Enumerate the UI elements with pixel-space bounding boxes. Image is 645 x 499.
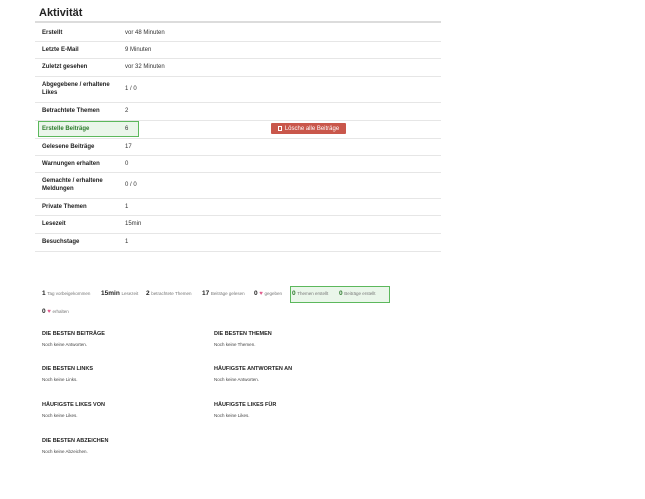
- stat-item: 17 Beiträge gelesen: [202, 290, 245, 297]
- section-heading: HÄUFIGSTE LIKES VON: [42, 402, 105, 408]
- section-empty-text: Noch keine Themen.: [214, 342, 256, 347]
- stat-value: 15min: [101, 290, 120, 297]
- stat-label: Themen erstellt: [297, 291, 329, 296]
- section-top-replies: DIE BESTEN BEITRÄGE Noch keine Antworten…: [42, 331, 105, 347]
- stat-item: 0 ♥ gegeben: [254, 290, 282, 297]
- section-heading: HÄUFIGSTE LIKES FÜR: [214, 402, 277, 408]
- delete-all-posts-button[interactable]: Lösche alle Beiträge: [271, 123, 346, 134]
- stat-item: 15min Lesezeit: [101, 290, 138, 297]
- stat-label: erhalten: [52, 309, 69, 314]
- row-value: 1 / 0: [125, 86, 137, 92]
- title-divider: [35, 21, 441, 23]
- row-label: Gelesene Beiträge: [42, 144, 95, 150]
- stat-item: 0 ♥ erhalten: [42, 308, 69, 315]
- row-value: vor 48 Minuten: [125, 30, 165, 36]
- stat-value: 0: [42, 308, 46, 315]
- row-label: Private Themen: [42, 204, 87, 210]
- row-label: Letzte E-Mail: [42, 47, 79, 53]
- table-row: Private Themen 1: [35, 199, 441, 216]
- table-row: Erstelle Beiträge 6: [35, 121, 441, 139]
- delete-all-posts-label: Lösche alle Beiträge: [284, 125, 340, 132]
- stat-label: Beiträge gelesen: [210, 291, 245, 296]
- table-row: Zuletzt gesehen vor 32 Minuten: [35, 59, 441, 77]
- section-empty-text: Noch keine Links.: [42, 377, 78, 382]
- section-empty-text: Noch keine Abzeichen.: [42, 449, 88, 454]
- activity-table: Erstellt vor 48 Minuten Letzte E-Mail 9 …: [35, 25, 441, 252]
- stat-label: Lesezeit: [121, 291, 139, 296]
- stat-item: 1 Tag vorbeigekommen: [42, 290, 90, 297]
- stat-value: 0: [254, 290, 258, 297]
- heart-icon: ♥: [47, 309, 51, 315]
- row-value: 9 Minuten: [125, 47, 152, 53]
- section-empty-text: Noch keine Likes.: [42, 413, 78, 418]
- row-value: 0: [125, 161, 129, 167]
- table-row: Lesezeit 15min: [35, 216, 441, 234]
- section-top-topics: DIE BESTEN THEMEN Noch keine Themen.: [214, 331, 272, 347]
- section-most-liked-by: HÄUFIGSTE LIKES VON Noch keine Likes.: [42, 402, 105, 418]
- stat-label: betrachtete Themen: [151, 291, 192, 296]
- row-value: 6: [125, 126, 129, 132]
- section-top-links: DIE BESTEN LINKS Noch keine Links.: [42, 366, 93, 382]
- section-empty-text: Noch keine Likes.: [214, 413, 250, 418]
- stat-label: Beiträge erstellt: [344, 291, 376, 296]
- stat-value: 17: [202, 290, 210, 297]
- heart-icon: ♥: [259, 291, 263, 297]
- row-value: vor 32 Minuten: [125, 64, 165, 70]
- row-label: Warnungen erhalten: [42, 161, 100, 167]
- row-label: Erstellt: [42, 30, 63, 36]
- table-row: Warnungen erhalten 0: [35, 156, 441, 173]
- table-row: Letzte E-Mail 9 Minuten: [35, 42, 441, 59]
- row-label: Zuletzt gesehen: [42, 64, 88, 70]
- row-label: Lesezeit: [42, 221, 66, 227]
- row-value: 17: [125, 144, 132, 150]
- table-row: Betrachtete Themen 2: [35, 103, 441, 121]
- row-value: 15min: [125, 221, 142, 227]
- table-row: Gelesene Beiträge 17: [35, 139, 441, 156]
- row-value: 0 / 0: [125, 182, 137, 188]
- stat-label: Tag vorbeigekommen: [47, 291, 91, 296]
- table-row: Abgegebene / erhaltene Likes 1 / 0: [35, 77, 441, 103]
- stat-item: 0 Themen erstellt: [292, 290, 328, 297]
- section-heading: DIE BESTEN THEMEN: [214, 331, 272, 337]
- section-heading: DIE BESTEN LINKS: [42, 366, 94, 372]
- section-empty-text: Noch keine Antworten.: [214, 377, 260, 382]
- section-most-replied-to: HÄUFIGSTE ANTWORTEN AN Noch keine Antwor…: [214, 366, 292, 382]
- section-heading: HÄUFIGSTE ANTWORTEN AN: [214, 366, 293, 372]
- section-most-liked-for: HÄUFIGSTE LIKES FÜR Noch keine Likes.: [214, 402, 276, 418]
- stat-value: 0: [292, 290, 296, 297]
- stat-label: gegeben: [264, 291, 283, 296]
- stat-value: 0: [339, 290, 343, 297]
- section-empty-text: Noch keine Antworten.: [42, 342, 88, 347]
- table-row: Erstellt vor 48 Minuten: [35, 25, 441, 42]
- row-label: Erstelle Beiträge: [42, 126, 90, 132]
- stat-item: 2 betrachtete Themen: [146, 290, 192, 297]
- row-label: Besuchstage: [42, 239, 80, 245]
- section-heading: DIE BESTEN ABZEICHEN: [42, 438, 109, 444]
- trash-icon: [277, 126, 282, 131]
- row-label: Betrachtete Themen: [42, 108, 100, 114]
- section-top-badges: DIE BESTEN ABZEICHEN Noch keine Abzeiche…: [42, 438, 108, 454]
- page-title: Aktivität: [39, 7, 83, 19]
- row-value: 1: [125, 204, 129, 210]
- row-value: 1: [125, 239, 129, 245]
- stat-value: 1: [42, 290, 46, 297]
- stat-value: 2: [146, 290, 150, 297]
- row-label: Gemachte / erhaltene Meldungen: [42, 178, 103, 192]
- table-row: Gemachte / erhaltene Meldungen 0 / 0: [35, 173, 441, 199]
- row-value: 2: [125, 108, 129, 114]
- section-heading: DIE BESTEN BEITRÄGE: [42, 331, 105, 337]
- row-label: Abgegebene / erhaltene Likes: [42, 82, 110, 96]
- stat-item: 0 Beiträge erstellt: [339, 290, 376, 297]
- table-row: Besuchstage 1: [35, 234, 441, 252]
